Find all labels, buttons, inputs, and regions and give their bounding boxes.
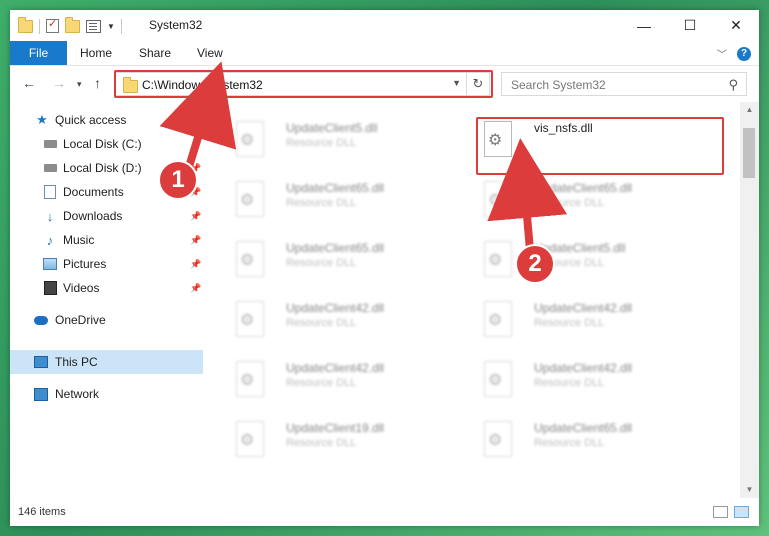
explorer-window: ▼ System32 — ☐ ✕ File Home Share View ﹀ … [10,10,759,526]
annotation-arrows [159,61,568,254]
step-1-badge: 1 [158,160,198,200]
step-2-badge: 2 [515,244,555,284]
arrow-to-file [487,138,568,254]
arrow-to-address-bar [159,61,237,174]
